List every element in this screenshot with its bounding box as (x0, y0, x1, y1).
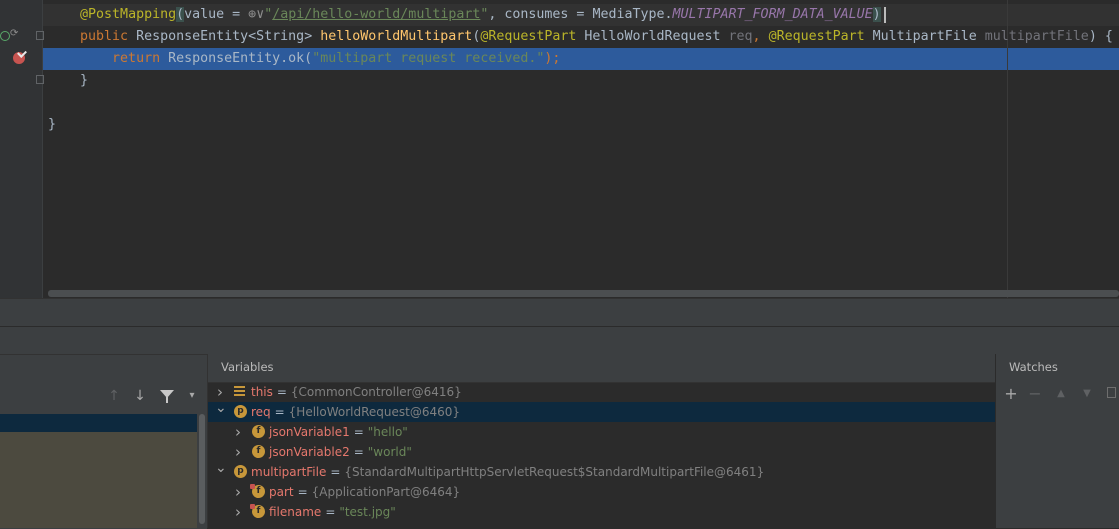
mapping-icon[interactable]: ⟳ (10, 28, 18, 39)
expand-chevron-icon[interactable]: › (233, 422, 243, 442)
variable-value: {ApplicationPart@6464} (311, 485, 461, 499)
variable-row[interactable]: › f part = {ApplicationPart@6464} (208, 482, 995, 502)
equals-sign: = (353, 425, 364, 439)
variable-name: filename (269, 505, 322, 519)
variable-name: multipartFile (251, 465, 327, 479)
variable-row[interactable]: ⌄ p multipartFile = {StandardMultipartHttpSe… (208, 460, 995, 482)
copy-icon[interactable] (1107, 387, 1116, 398)
variable-name: part (269, 485, 294, 499)
endpoint-icon[interactable] (0, 31, 10, 41)
variable-name: req (251, 405, 271, 419)
debug-toolbar-strip (0, 326, 1119, 355)
collapse-chevron-icon[interactable]: ⌄ (215, 458, 227, 478)
annotation-requestpart: @RequestPart (768, 29, 865, 44)
variables-title: Variables (221, 360, 274, 374)
code-line-5[interactable]: } (48, 114, 56, 136)
statement-end: ); (544, 51, 561, 66)
variable-value: "world" (367, 445, 412, 459)
paren-open: ( (176, 7, 185, 22)
variables-header (208, 354, 995, 383)
comma: , (752, 29, 769, 44)
param-name: req (728, 29, 753, 44)
parameter-icon: p (234, 405, 247, 418)
variable-value: {HelloWorldRequest@6460} (288, 405, 461, 419)
annotation-postmapping: @PostMapping (80, 7, 177, 22)
equals-sign: = (274, 405, 285, 419)
code-line-2[interactable]: public ResponseEntity<String> helloWorld… (48, 26, 1113, 48)
selected-frame-row[interactable] (0, 414, 197, 432)
variable-value: "hello" (367, 425, 408, 439)
variable-row[interactable]: › this = {CommonController@6416} (208, 382, 995, 402)
watches-panel (995, 354, 1119, 528)
globe-icon[interactable]: ⊕ (248, 7, 256, 22)
string-literal: "multipart request received." (312, 51, 545, 66)
brace-close: } (48, 117, 57, 132)
keyword-return: return (112, 51, 169, 66)
final-lock-icon (250, 504, 255, 509)
more-dropdown-icon[interactable]: ▾ (182, 386, 202, 406)
equals-sign: = (325, 505, 336, 519)
frames-list[interactable] (0, 432, 197, 528)
field-icon: f (252, 445, 265, 458)
move-up-icon[interactable]: ▲ (1051, 384, 1071, 404)
variable-name: this (251, 385, 273, 399)
code-line-4[interactable]: } (48, 70, 88, 92)
keyword-public: public (80, 29, 137, 44)
return-type: ResponseEntity<String> (136, 29, 321, 44)
frame-down-icon[interactable]: ↓ (130, 386, 150, 406)
editor-gutter[interactable] (0, 0, 42, 298)
text-caret (884, 7, 886, 23)
param-type: MultipartFile (864, 29, 985, 44)
fold-end-icon[interactable] (36, 75, 44, 84)
variable-value: {CommonController@6416} (290, 385, 462, 399)
filter-icon-stem (166, 397, 168, 403)
variable-name: jsonVariable2 (269, 445, 350, 459)
method-name: helloWorldMultipart (320, 29, 473, 44)
method-call: ResponseEntity.ok( (168, 51, 313, 66)
variable-value: {StandardMultipartHttpServletRequest$Sta… (344, 465, 765, 479)
frames-scrollbar-thumb[interactable] (199, 414, 205, 524)
editor-horizontal-scrollbar[interactable] (48, 290, 1119, 297)
fold-icon[interactable] (36, 31, 44, 40)
chevron-down-icon[interactable]: ∨ (256, 7, 264, 22)
code-line-1[interactable]: @PostMapping(value = ⊕∨"/api/hello-world… (48, 4, 881, 26)
code-line-3[interactable]: return ResponseEntity.ok("multipart requ… (48, 48, 560, 70)
remove-watch-icon[interactable]: − (1025, 384, 1045, 404)
watches-title: Watches (1009, 360, 1058, 374)
param-name: multipartFile (984, 29, 1089, 44)
annotation-requestpart: @RequestPart (480, 29, 577, 44)
field-icon: f (252, 425, 265, 438)
value-attr: value = (184, 7, 249, 22)
expand-chevron-icon[interactable]: › (233, 502, 243, 522)
variable-row[interactable]: ⌄ p req = {HelloWorldRequest@6460} (208, 400, 995, 422)
param-type: HelloWorldRequest (576, 29, 729, 44)
brace-open: ) { (1088, 29, 1113, 44)
gutter-separator (42, 0, 43, 298)
expand-chevron-icon[interactable]: › (233, 482, 243, 502)
variable-name: jsonVariable1 (269, 425, 350, 439)
endpoint-url-link[interactable]: /api/hello-world/multipart (272, 7, 480, 22)
add-watch-icon[interactable]: + (1001, 384, 1021, 404)
parameter-icon: p (234, 465, 247, 478)
object-list-icon (234, 386, 245, 397)
editor-bottom-bar (0, 298, 1119, 327)
equals-sign: = (276, 385, 287, 399)
variable-row[interactable]: › f jsonVariable2 = "world" (208, 442, 995, 462)
variable-value: "test.jpg" (339, 505, 396, 519)
variable-row[interactable]: › f filename = "test.jpg" (208, 502, 995, 522)
mediatype-constant: MULTIPART_FORM_DATA_VALUE (672, 7, 873, 22)
final-lock-icon (250, 484, 255, 489)
expand-chevron-icon[interactable]: › (233, 442, 243, 462)
move-down-icon[interactable]: ▼ (1077, 384, 1097, 404)
brace-close: } (80, 73, 89, 88)
equals-sign: = (330, 465, 341, 479)
variable-row[interactable]: › f jsonVariable1 = "hello" (208, 422, 995, 442)
equals-sign: = (297, 485, 308, 499)
equals-sign: = (353, 445, 364, 459)
collapse-chevron-icon[interactable]: ⌄ (215, 398, 227, 418)
frame-up-icon[interactable]: ↑ (104, 386, 124, 406)
paren-close: ) (872, 7, 881, 22)
frames-toolbar: ↑ ↓ ▾ (0, 383, 207, 411)
consumes-attr: , consumes = MediaType. (488, 7, 673, 22)
